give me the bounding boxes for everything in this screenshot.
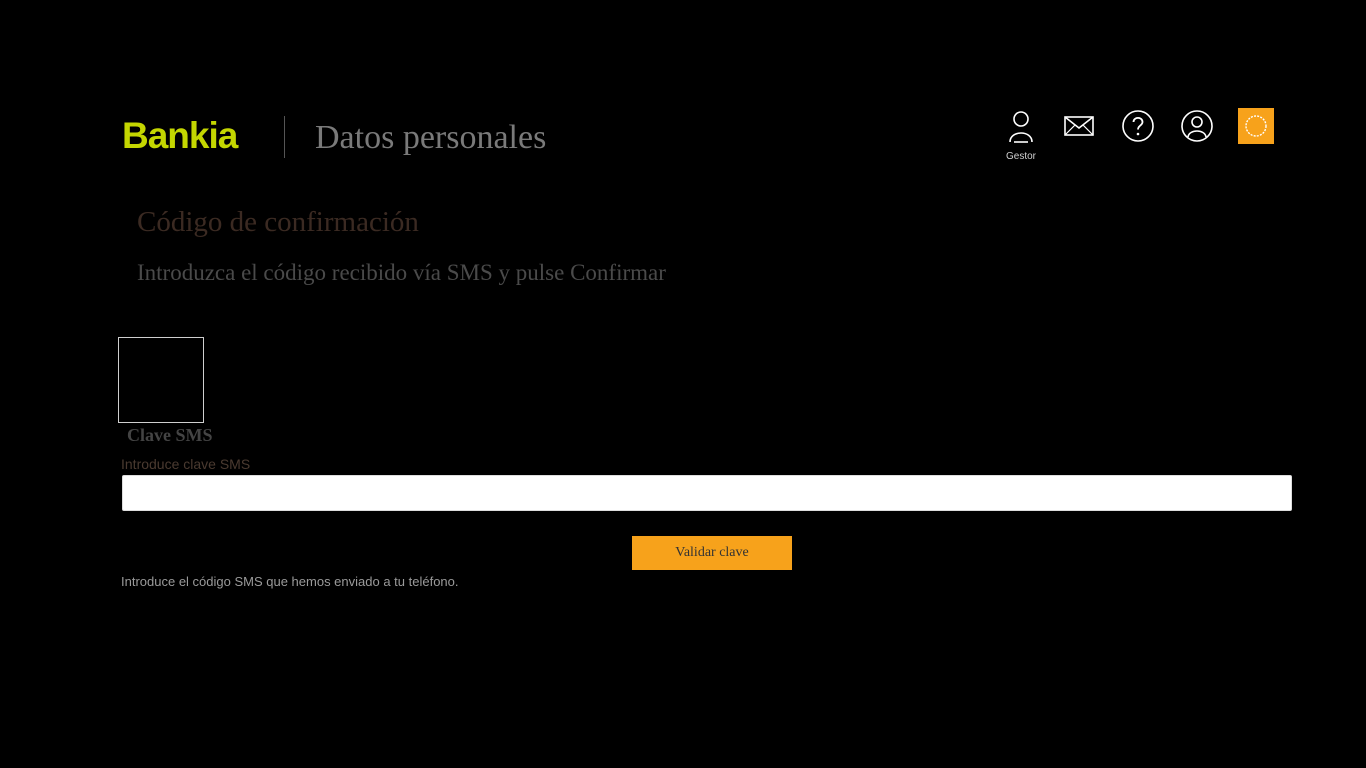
sms-code-input[interactable] [122,475,1292,511]
mail-icon [1064,116,1094,136]
power-icon [1245,115,1267,137]
page: Bankia Datos personales Gestor Código de… [0,0,1366,768]
section-title: Código de confirmación [137,206,419,238]
help-button[interactable] [1120,108,1156,144]
header-icon-bar: Gestor [1000,108,1280,168]
help-text: Introduce el código SMS que hemos enviad… [121,574,459,589]
bankia-logo[interactable]: Bankia [122,117,238,154]
section-subtitle: Introduzca el código recibido vía SMS y … [137,260,666,285]
user-profile-icon [1181,110,1213,142]
sms-image-placeholder [118,337,204,423]
page-title: Datos personales [315,119,547,156]
validate-code-button[interactable]: Validar clave [632,536,792,570]
gestor-label: Gestor [1005,151,1036,162]
help-icon [1122,110,1154,142]
gestor-button[interactable]: Gestor [1003,108,1039,162]
sms-label: Clave SMS [127,425,213,445]
mail-button[interactable] [1061,108,1097,144]
user-profile-button[interactable] [1179,108,1215,144]
header-divider [284,116,285,158]
gestor-icon [1009,111,1033,143]
sms-field-label: Introduce clave SMS [121,456,251,472]
logout-button[interactable] [1238,108,1274,144]
